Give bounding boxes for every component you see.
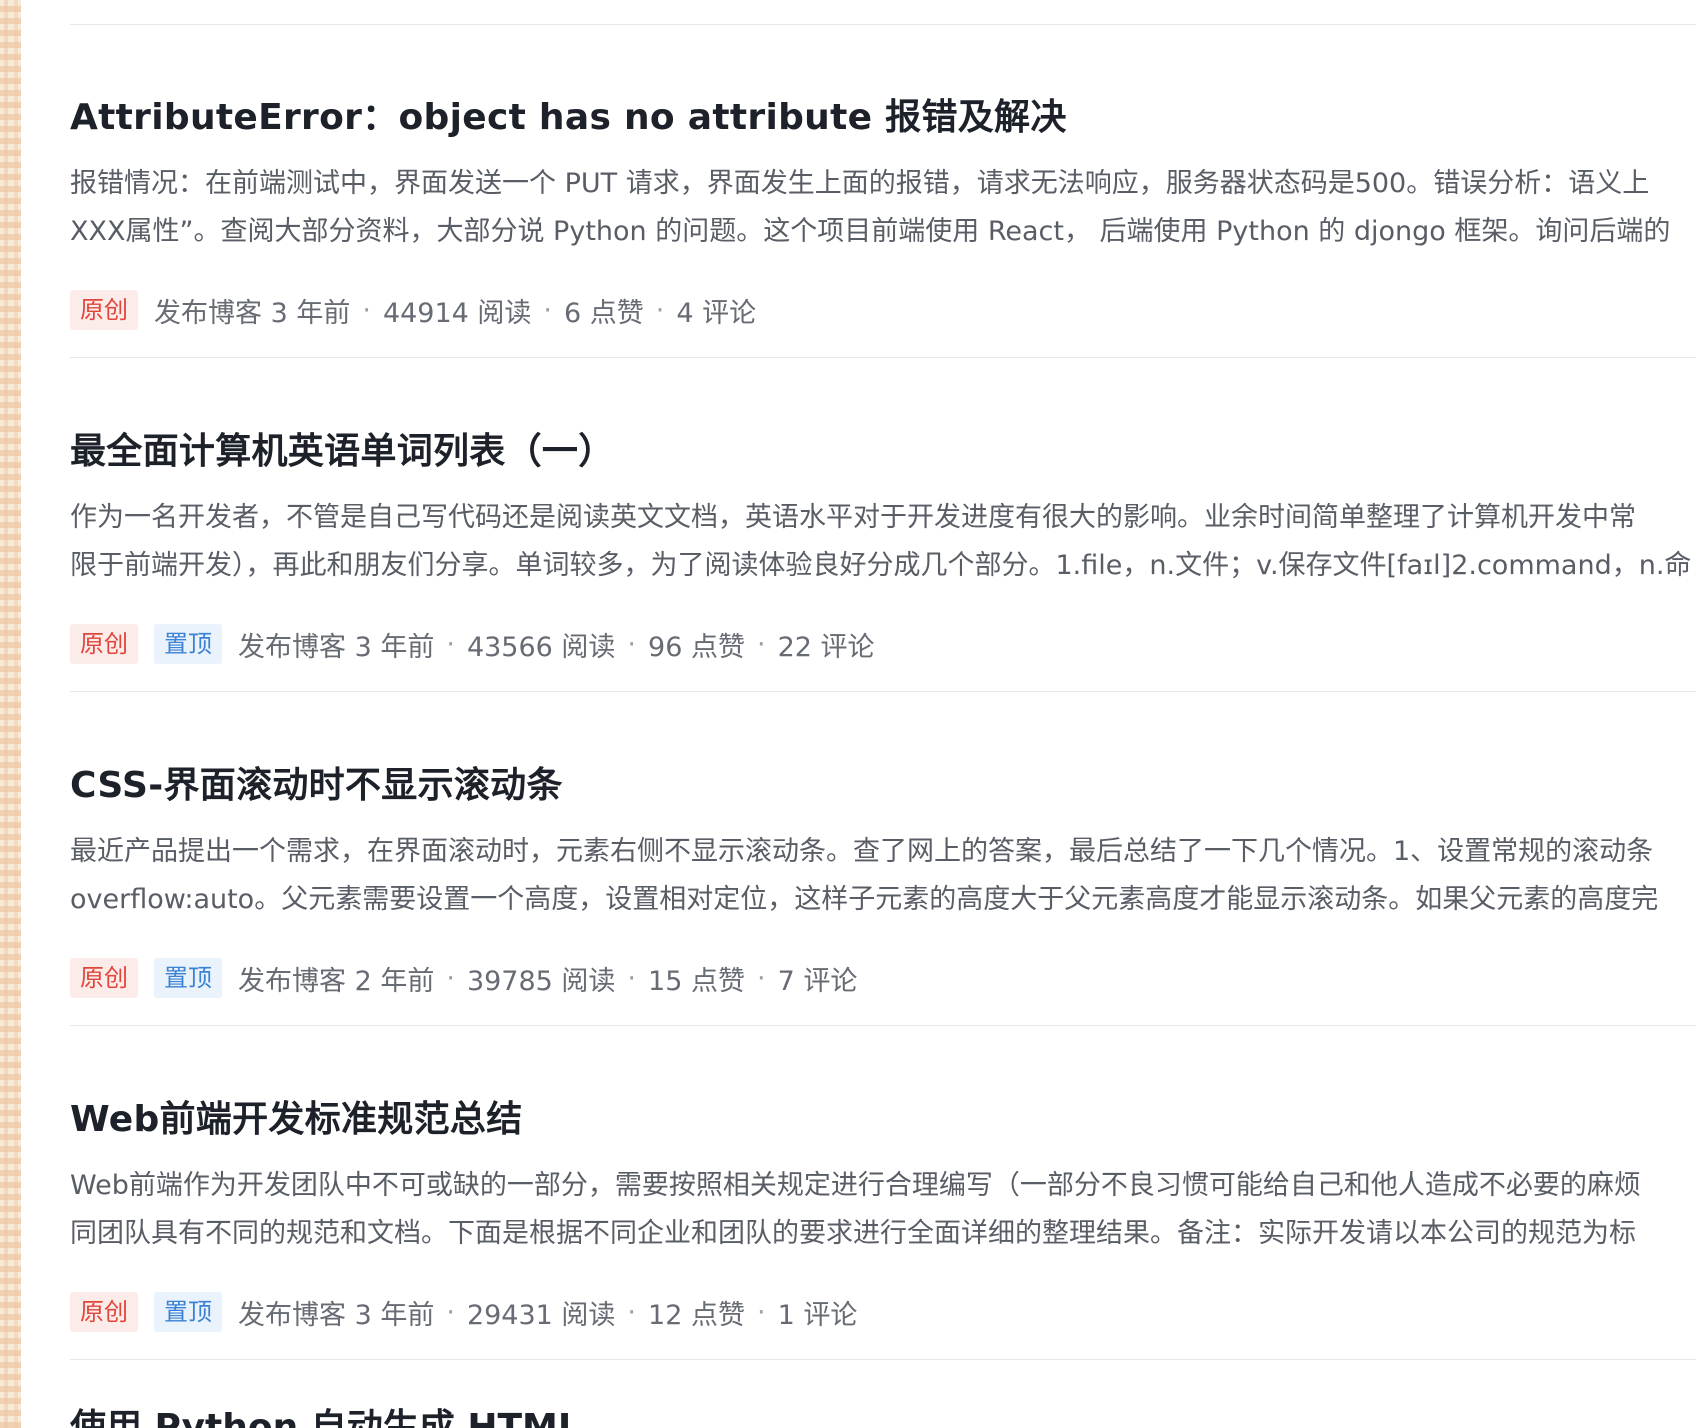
read-count: 43566 阅读 (466, 631, 616, 663)
article-summary-line: 报错情况：在前端测试中，界面发送一个 PUT 请求，界面发生上面的报错，请求无法… (70, 168, 1650, 199)
publish-time: 发布博客 3 年前 (238, 1299, 435, 1331)
article-item[interactable]: AttributeError：object has no attribute 报… (70, 24, 1696, 358)
like-count: 96 点赞 (648, 631, 745, 663)
article-meta: 原创 置顶 发布博客 3 年前 · 43566 阅读 · 96 点赞 · 22 … (70, 624, 875, 664)
article-summary-line: 限于前端开发），再此和朋友们分享。单词较多，为了阅读体验良好分成几个部分。1.f… (70, 550, 1692, 581)
article-list: AttributeError：object has no attribute 报… (70, 0, 1696, 1428)
article-summary[interactable]: 作为一名开发者，不管是自己写代码还是阅读英文文档，英语水平对于开发进度有很大的影… (70, 494, 1696, 590)
pinned-tag: 置顶 (154, 624, 222, 664)
publish-time: 发布博客 3 年前 (154, 297, 351, 329)
original-tag: 原创 (70, 958, 138, 998)
meta-separator: · (543, 294, 553, 326)
article-title[interactable]: CSS-界面滚动时不显示滚动条 (70, 760, 563, 812)
comment-count: 1 评论 (777, 1299, 858, 1331)
article-meta: 原创 置顶 发布博客 2 年前 · 39785 阅读 · 15 点赞 · 7 评… (70, 958, 857, 998)
article-item[interactable]: Web前端开发标准规范总结 Web前端作为开发团队中不可或缺的一部分，需要按照相… (70, 1026, 1696, 1360)
article-summary-line: 同团队具有不同的规范和文档。下面是根据不同企业和团队的要求进行全面详细的整理结果… (70, 1218, 1636, 1249)
meta-separator: · (627, 1296, 637, 1328)
article-title[interactable]: AttributeError：object has no attribute 报… (70, 92, 1067, 144)
meta-separator: · (362, 294, 371, 326)
article-title[interactable]: Web前端开发标准规范总结 (70, 1094, 523, 1146)
original-tag: 原创 (70, 624, 138, 664)
read-count: 29431 阅读 (466, 1299, 616, 1331)
pinned-tag: 置顶 (154, 958, 222, 998)
article-summary-line: Web前端作为开发团队中不可或缺的一部分，需要按照相关规定进行合理编写（一部分不… (70, 1170, 1641, 1201)
meta-separator: · (446, 1296, 455, 1328)
meta-separator: · (446, 628, 455, 660)
like-count: 15 点赞 (648, 965, 745, 997)
meta-separator: · (627, 628, 637, 660)
article-summary-line: XXX属性”。查阅大部分资料，大部分说 Python 的问题。这个项目前端使用 … (70, 216, 1671, 247)
meta-separator: · (756, 628, 766, 660)
publish-time: 发布博客 3 年前 (238, 631, 435, 663)
meta-separator: · (446, 962, 455, 994)
article-item[interactable]: CSS-界面滚动时不显示滚动条 最近产品提出一个需求，在界面滚动时，元素右侧不显… (70, 692, 1696, 1026)
article-summary[interactable]: Web前端作为开发团队中不可或缺的一部分，需要按照相关规定进行合理编写（一部分不… (70, 1162, 1696, 1258)
article-item[interactable]: 最全面计算机英语单词列表（一） 作为一名开发者，不管是自己写代码还是阅读英文文档… (70, 358, 1696, 692)
comment-count: 7 评论 (777, 965, 858, 997)
article-summary[interactable]: 最近产品提出一个需求，在界面滚动时，元素右侧不显示滚动条。查了网上的答案，最后总… (70, 828, 1696, 924)
comment-count: 22 评论 (777, 631, 875, 663)
read-count: 44914 阅读 (382, 297, 532, 329)
meta-separator: · (655, 294, 665, 326)
article-meta: 原创 发布博客 3 年前 · 44914 阅读 · 6 点赞 · 4 评论 (70, 290, 756, 330)
article-title[interactable]: 最全面计算机英语单词列表（一） (70, 426, 615, 478)
meta-separator: · (756, 1296, 766, 1328)
article-divider (70, 1359, 1696, 1360)
article-summary[interactable]: 报错情况：在前端测试中，界面发送一个 PUT 请求，界面发生上面的报错，请求无法… (70, 160, 1696, 256)
article-summary-line: overflow:auto。父元素需要设置一个高度，设置相对定位，这样子元素的高… (70, 884, 1659, 915)
next-article-title[interactable]: 使用 Python 自动生成 HTML (70, 1402, 581, 1428)
original-tag: 原创 (70, 290, 138, 330)
pinned-tag: 置顶 (154, 1292, 222, 1332)
read-count: 39785 阅读 (466, 965, 616, 997)
article-meta: 原创 置顶 发布博客 3 年前 · 29431 阅读 · 12 点赞 · 1 评… (70, 1292, 857, 1332)
meta-separator: · (627, 962, 637, 994)
like-count: 6 点赞 (564, 297, 644, 329)
meta-separator: · (756, 962, 766, 994)
like-count: 12 点赞 (648, 1299, 745, 1331)
article-summary-line: 作为一名开发者，不管是自己写代码还是阅读英文文档，英语水平对于开发进度有很大的影… (70, 502, 1636, 533)
comment-count: 4 评论 (676, 297, 757, 329)
article-summary-line: 最近产品提出一个需求，在界面滚动时，元素右侧不显示滚动条。查了网上的答案，最后总… (70, 836, 1654, 867)
original-tag: 原创 (70, 1292, 138, 1332)
publish-time: 发布博客 2 年前 (238, 965, 435, 997)
left-decorative-strip (0, 0, 21, 1428)
